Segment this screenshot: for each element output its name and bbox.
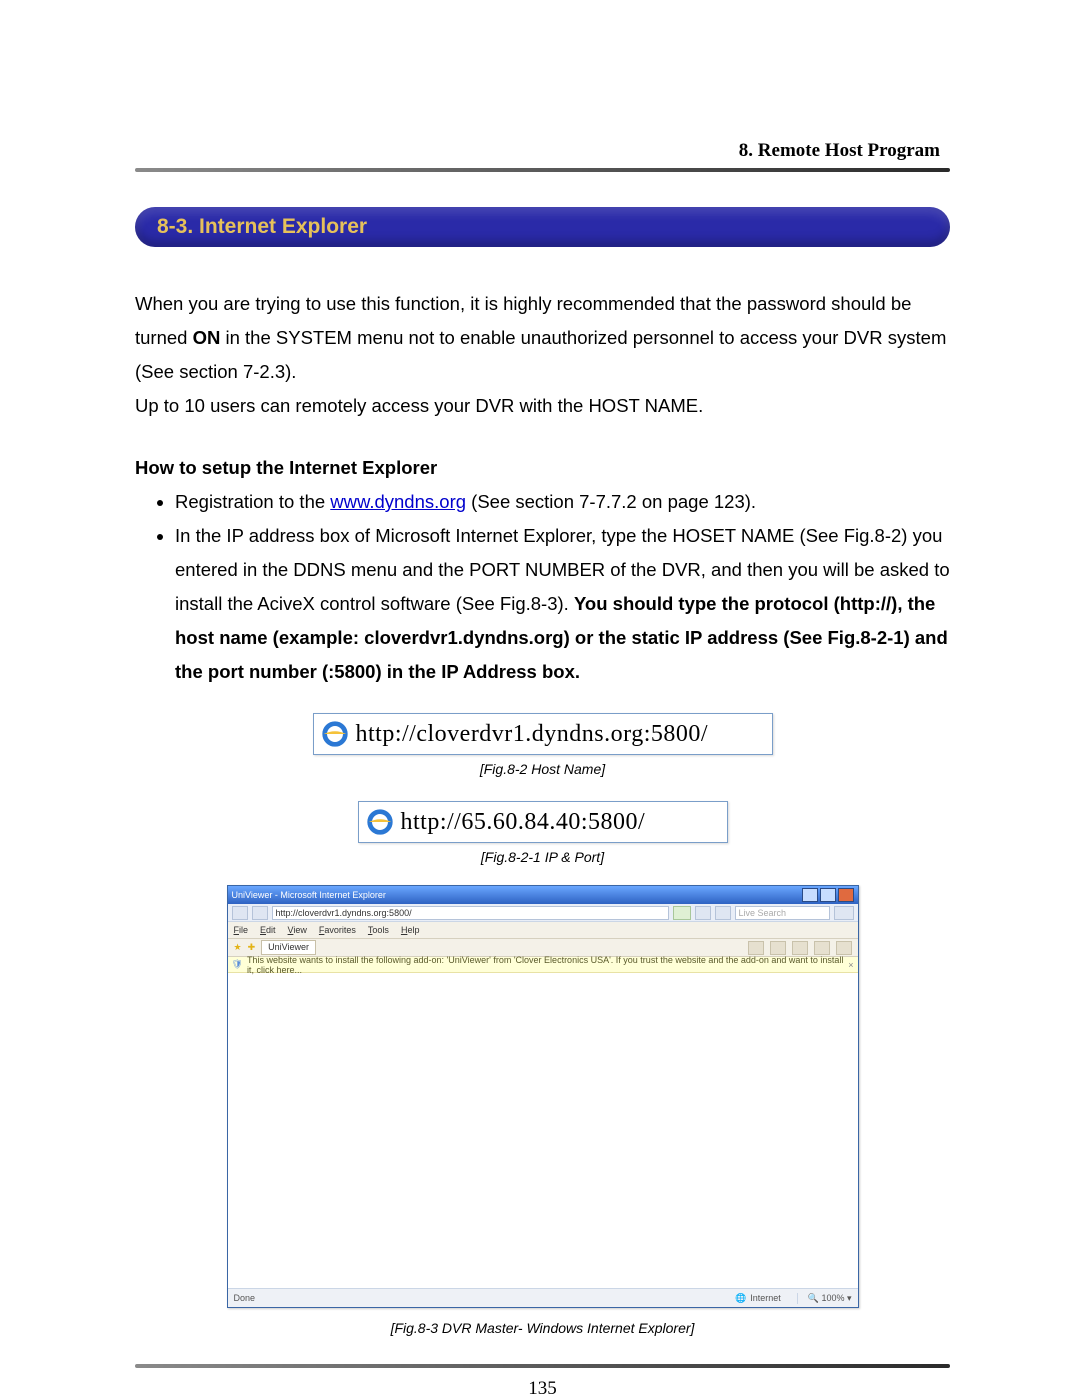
stop-button[interactable] xyxy=(715,906,731,920)
howto-list: Registration to the www.dyndns.org (See … xyxy=(135,485,950,689)
status-done: Done xyxy=(234,1293,256,1303)
close-button[interactable] xyxy=(838,888,854,902)
menu-edit[interactable]: Edit xyxy=(260,925,276,935)
browser-tab[interactable]: UniViewer xyxy=(261,940,316,955)
address-url-1: http://cloverdvr1.dyndns.org:5800/ xyxy=(356,721,709,748)
print-icon[interactable] xyxy=(792,941,808,955)
ie-window-screenshot: UniViewer - Microsoft Internet Explorer … xyxy=(227,885,859,1308)
bullet-2: In the IP address box of Microsoft Inter… xyxy=(175,519,950,689)
menu-help[interactable]: Help xyxy=(401,925,420,935)
ie-content-area xyxy=(228,973,858,1288)
ie-logo-icon xyxy=(365,807,395,837)
add-favorite-icon[interactable]: ✚ xyxy=(248,942,256,953)
infobar-close-icon[interactable]: × xyxy=(848,960,853,970)
intro-text: When you are trying to use this function… xyxy=(135,287,950,423)
ie-information-bar[interactable]: 🛡 This website wants to install the foll… xyxy=(228,957,858,973)
address-input-1: http://cloverdvr1.dyndns.org:5800/ xyxy=(313,713,773,755)
shield-icon: 🛡 xyxy=(232,959,243,970)
ie-nav-row: http://cloverdvr1.dyndns.org:5800/ Live … xyxy=(228,904,858,922)
howto-heading: How to setup the Internet Explorer xyxy=(135,457,950,479)
menu-tools[interactable]: Tools xyxy=(368,925,389,935)
address-input-2: http://65.60.84.40:5800/ xyxy=(358,801,728,843)
ie-titlebar: UniViewer - Microsoft Internet Explorer xyxy=(228,886,858,904)
footer-rule xyxy=(135,1364,950,1368)
page-menu-icon[interactable] xyxy=(814,941,830,955)
section-title: 8-3. Internet Explorer xyxy=(157,215,367,238)
intro-on: ON xyxy=(193,327,221,348)
zone-text: Internet xyxy=(750,1293,781,1303)
ie-menu-bar: File Edit View Favorites Tools Help xyxy=(228,922,858,939)
search-box[interactable]: Live Search xyxy=(735,906,830,920)
bullet-1a: Registration to the xyxy=(175,491,330,512)
dyndns-link[interactable]: www.dyndns.org xyxy=(330,491,466,512)
back-button[interactable] xyxy=(232,906,248,920)
intro-p1b: in the SYSTEM menu not to enable unautho… xyxy=(135,327,946,382)
maximize-button[interactable] xyxy=(820,888,836,902)
favorites-star-icon[interactable]: ★ xyxy=(234,942,242,953)
globe-icon: 🌐 xyxy=(735,1293,746,1304)
toolbar-right xyxy=(748,941,852,955)
home-icon[interactable] xyxy=(748,941,764,955)
menu-file[interactable]: File xyxy=(234,925,249,935)
section-title-bar: 8-3. Internet Explorer xyxy=(135,207,950,247)
zoom-level[interactable]: 🔍 100% ▾ xyxy=(797,1293,852,1304)
address-url-2: http://65.60.84.40:5800/ xyxy=(401,809,646,836)
bullet-1: Registration to the www.dyndns.org (See … xyxy=(175,485,950,519)
menu-favorites[interactable]: Favorites xyxy=(319,925,356,935)
go-button[interactable] xyxy=(673,906,691,920)
menu-view[interactable]: View xyxy=(288,925,307,935)
forward-button[interactable] xyxy=(252,906,268,920)
security-zone: 🌐 Internet 🔍 100% ▾ xyxy=(735,1293,852,1304)
ie-address-bar[interactable]: http://cloverdvr1.dyndns.org:5800/ xyxy=(272,906,669,920)
header-rule xyxy=(135,168,950,172)
caption-3: [Fig.8-3 DVR Master- Windows Internet Ex… xyxy=(135,1320,950,1336)
infobar-text: This website wants to install the follow… xyxy=(247,955,848,975)
bullet-1b: (See section 7-7.7.2 on page 123). xyxy=(466,491,756,512)
caption-2: [Fig.8-2-1 IP & Port] xyxy=(135,849,950,865)
address-box-2: http://65.60.84.40:5800/ xyxy=(358,801,728,843)
tools-menu-icon[interactable] xyxy=(836,941,852,955)
ie-logo-icon xyxy=(320,719,350,749)
ie-window-title: UniViewer - Microsoft Internet Explorer xyxy=(232,890,800,900)
minimize-button[interactable] xyxy=(802,888,818,902)
caption-1: [Fig.8-2 Host Name] xyxy=(135,761,950,777)
address-box-1: http://cloverdvr1.dyndns.org:5800/ xyxy=(313,713,773,755)
refresh-button[interactable] xyxy=(695,906,711,920)
chapter-header: 8. Remote Host Program xyxy=(135,140,950,162)
document-page: 8. Remote Host Program 8-3. Internet Exp… xyxy=(0,0,1080,1397)
search-button[interactable] xyxy=(834,906,854,920)
feeds-icon[interactable] xyxy=(770,941,786,955)
intro-p2: Up to 10 users can remotely access your … xyxy=(135,395,703,416)
ie-status-bar: Done 🌐 Internet 🔍 100% ▾ xyxy=(228,1288,858,1307)
